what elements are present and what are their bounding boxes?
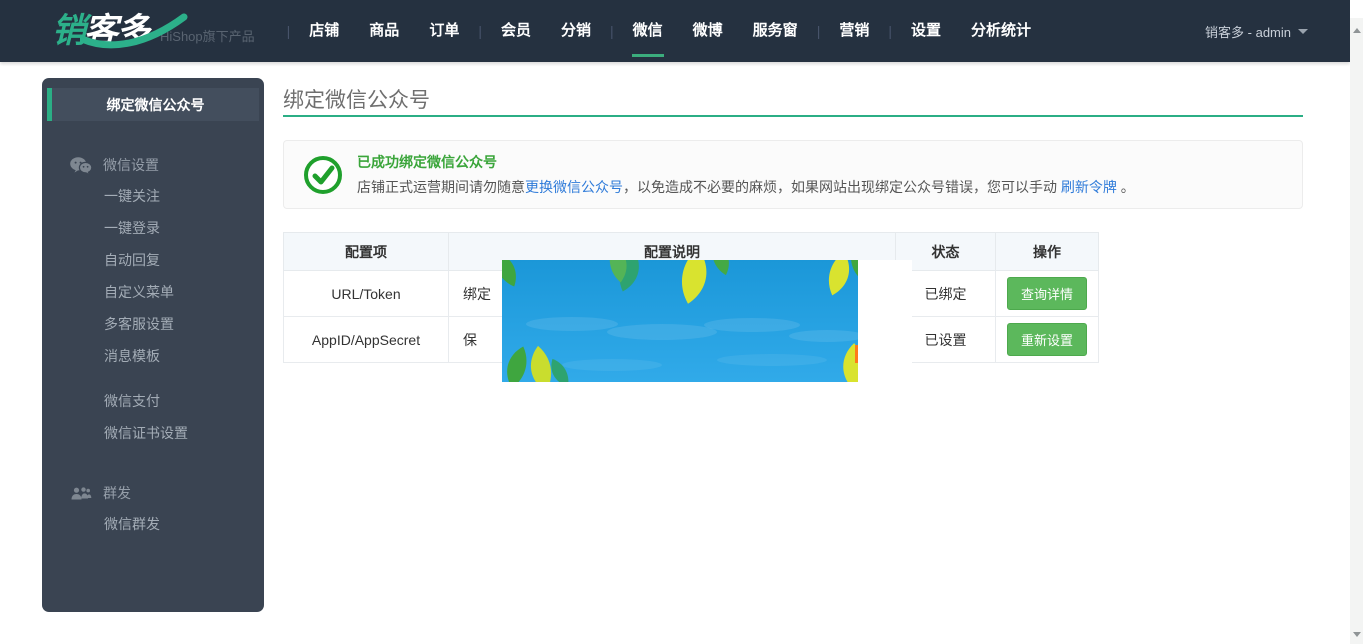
sidebar-gap [42,372,264,385]
sidebar-item-multi-service[interactable]: 多客服设置 [42,308,264,340]
nav-item-analytics[interactable]: 分析统计 [956,0,1046,62]
text-cursor-artifact [855,345,858,363]
sidebar-item-one-key-login[interactable]: 一键登录 [42,212,264,244]
col-header-config-item: 配置项 [284,233,449,271]
nav-item-shop[interactable]: 店铺 [294,0,354,62]
nav-item-product[interactable]: 商品 [354,0,414,62]
sidebar-item-wechat-pay[interactable]: 微信支付 [42,385,264,417]
overlay-image-region [502,260,912,382]
nav-separator: | [813,23,825,39]
logo-subtitle: HiShop旗下产品 [160,26,255,45]
nav-item-settings[interactable]: 设置 [896,0,956,62]
cell-config-item: AppID/AppSecret [284,317,449,363]
scroll-up-arrow-icon[interactable] [1353,28,1361,33]
top-navbar: 销客多 HiShop旗下产品 | 店铺 商品 订单 | 会员 分销 | 微信 微… [0,0,1350,62]
message-text: ，以免造成不必要的麻烦，如果网站出现绑定公众号错误，您可以手动 [623,179,1061,195]
logo-text-rest: 客多 [84,12,148,50]
nav-item-wechat[interactable]: 微信 [618,0,678,62]
message-text: 。 [1117,179,1135,195]
sidebar-item-message-template[interactable]: 消息模板 [42,340,264,372]
logo-text-accent: 销 [52,12,84,50]
sidebar-item-one-key-follow[interactable]: 一键关注 [42,180,264,212]
wechat-icon [70,157,92,174]
nav-item-weibo[interactable]: 微博 [678,0,738,62]
sidebar: 绑定微信公众号 微信设置 一键关注 一键登录 自动回复 自定义菜单 多客服设置 [42,78,264,612]
scrollbar-top-cap [1350,0,1363,18]
page-root: 销客多 HiShop旗下产品 | 店铺 商品 订单 | 会员 分销 | 微信 微… [0,0,1363,644]
scroll-down-arrow-icon[interactable] [1353,632,1361,637]
users-icon [70,486,92,501]
brand-logo[interactable]: 销客多 HiShop旗下产品 [52,11,255,51]
vertical-scrollbar[interactable] [1350,0,1363,644]
leaves-decoration-icon [502,260,858,382]
nav-item-distribution[interactable]: 分销 [546,0,606,62]
nav-separator: | [884,23,896,39]
sidebar-item-wechat-mass-send[interactable]: 微信群发 [42,508,264,540]
sidebar-section-label: 微信设置 [103,155,159,175]
main-nav: | 店铺 商品 订单 | 会员 分销 | 微信 微博 服务窗 | 营销 | 设置… [283,0,1046,62]
col-header-action: 操作 [996,233,1099,271]
caret-down-icon [1298,29,1308,34]
nav-separator: | [474,23,486,39]
cell-config-item: URL/Token [284,271,449,317]
sidebar-item-wechat-certificate[interactable]: 微信证书设置 [42,417,264,449]
change-wechat-account-link[interactable]: 更换微信公众号 [525,179,623,195]
title-divider [283,115,1303,117]
success-message-title: 已成功绑定微信公众号 [357,152,497,172]
nav-item-marketing[interactable]: 营销 [824,0,884,62]
nav-separator: | [283,23,295,39]
nav-separator: | [606,23,618,39]
sidebar-section-wechat-settings[interactable]: 微信设置 [42,150,264,180]
nav-item-member[interactable]: 会员 [486,0,546,62]
query-details-button[interactable]: 查询详情 [1007,277,1087,310]
sidebar-item-bind-wechat-account[interactable]: 绑定微信公众号 [47,88,259,121]
logo-text: 销客多 [52,11,148,51]
page-title: 绑定微信公众号 [283,84,430,114]
sidebar-item-custom-menu[interactable]: 自定义菜单 [42,276,264,308]
user-menu[interactable]: 销客多 - admin [1205,22,1308,41]
cartoon-sky-leaves-image [502,260,858,382]
success-message-body: 店铺正式运营期间请勿随意更换微信公众号，以免造成不必要的麻烦，如果网站出现绑定公… [357,177,1135,197]
sidebar-section-mass-send[interactable]: 群发 [42,478,264,508]
message-text: 店铺正式运营期间请勿随意 [357,179,525,195]
nav-item-order[interactable]: 订单 [414,0,474,62]
success-check-icon [304,156,342,194]
reset-button[interactable]: 重新设置 [1007,323,1087,356]
sidebar-section-label: 群发 [103,483,131,503]
nav-item-service-window[interactable]: 服务窗 [738,0,813,62]
refresh-token-link[interactable]: 刷新令牌 [1061,179,1117,195]
success-message-box: 已成功绑定微信公众号 店铺正式运营期间请勿随意更换微信公众号，以免造成不必要的麻… [283,140,1303,209]
user-menu-label: 销客多 - admin [1205,22,1291,41]
sidebar-item-auto-reply[interactable]: 自动回复 [42,244,264,276]
